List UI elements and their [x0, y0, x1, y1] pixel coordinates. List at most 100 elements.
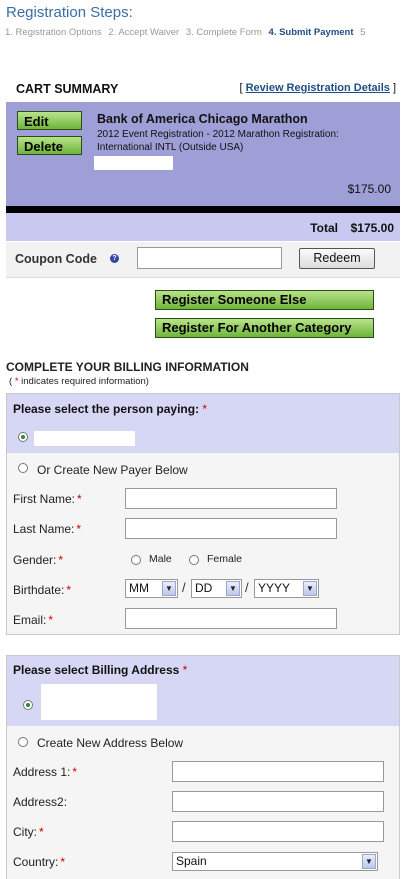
delete-button[interactable]: Delete	[17, 136, 82, 155]
gender-label-text: Gender:	[13, 553, 57, 567]
address-section-title: Please select Billing Address *	[13, 663, 187, 677]
coupon-row: Coupon Code ? Redeem	[6, 242, 400, 278]
birth-day-value: DD	[195, 581, 213, 595]
gender-male-radio[interactable]	[131, 555, 141, 565]
address2-input[interactable]	[172, 791, 384, 812]
item-price: $175.00	[347, 182, 391, 196]
city-label-text: City:	[13, 825, 37, 839]
gender-star: *	[58, 553, 64, 567]
coupon-label: Coupon Code	[15, 252, 97, 266]
existing-address-box	[41, 684, 157, 720]
city-label: City: *	[13, 825, 44, 839]
payer-required-star: *	[202, 402, 208, 416]
address2-label: Address2:	[13, 795, 68, 809]
edit-button[interactable]: Edit	[17, 111, 82, 130]
birth-month-value: MM	[129, 581, 149, 595]
birthdate-star: *	[66, 583, 72, 597]
total-value: $175.00	[350, 221, 394, 235]
email-label-text: Email:	[13, 613, 47, 627]
address1-label: Address 1: *	[13, 765, 77, 779]
address-section-header: Please select Billing Address *	[7, 656, 399, 726]
last-name-label-text: Last Name:	[13, 522, 75, 536]
cart-item: Edit Delete Bank of America Chicago Mara…	[6, 102, 400, 206]
redeem-button[interactable]: Redeem	[299, 248, 375, 269]
country-value: Spain	[176, 854, 207, 868]
new-payer-label: Or Create New Payer Below	[37, 463, 188, 477]
required-note: ( * indicates required information)	[9, 376, 149, 387]
review-bracket-open: [	[239, 82, 243, 94]
existing-payer-radio[interactable]	[18, 432, 28, 442]
step-2: 2. Accept Waiver	[108, 27, 180, 38]
birthdate-label-text: Birthdate:	[13, 583, 65, 597]
country-select[interactable]: Spain ▼	[172, 852, 378, 871]
city-input[interactable]	[172, 821, 384, 842]
chevron-down-icon: ▼	[226, 581, 240, 596]
gender-label: Gender: *	[13, 553, 63, 567]
first-name-label: First Name: *	[13, 492, 82, 506]
coupon-input[interactable]	[137, 247, 282, 269]
chevron-down-icon: ▼	[303, 581, 317, 596]
billing-title: COMPLETE YOUR BILLING INFORMATION	[6, 360, 249, 374]
new-payer-radio[interactable]	[18, 463, 28, 473]
birth-year-select[interactable]: YYYY ▼	[254, 579, 319, 598]
last-name-input[interactable]	[125, 518, 337, 539]
gender-female-radio[interactable]	[189, 555, 199, 565]
redacted-field	[94, 156, 173, 170]
register-someone-else-button[interactable]: Register Someone Else	[155, 290, 374, 310]
step-5: 5	[360, 27, 366, 38]
birth-day-select[interactable]: DD ▼	[191, 579, 242, 598]
total-row: Total $175.00	[6, 213, 400, 241]
birth-month-select[interactable]: MM ▼	[125, 579, 178, 598]
required-note-text: indicates required information)	[18, 376, 149, 387]
step-3: 3. Complete Form	[185, 27, 262, 38]
review-details: [ Review Registration Details ]	[239, 82, 396, 94]
birthdate-label: Birthdate: *	[13, 583, 71, 597]
review-bracket-close: ]	[392, 82, 396, 94]
steps-breadcrumb: 1. Registration Options 2. Accept Waiver…	[5, 27, 369, 38]
country-star: *	[60, 855, 66, 869]
chevron-down-icon: ▼	[362, 854, 376, 869]
total-label: Total	[310, 221, 338, 235]
new-address-label: Create New Address Below	[37, 736, 184, 750]
country-label-text: Country:	[13, 855, 59, 869]
address1-input[interactable]	[172, 761, 384, 782]
first-name-input[interactable]	[125, 488, 337, 509]
gender-male-label: Male	[149, 553, 172, 565]
date-separator: /	[182, 580, 186, 595]
date-separator: /	[245, 580, 249, 595]
email-label: Email: *	[13, 613, 53, 627]
existing-payer-name	[34, 431, 135, 446]
email-star: *	[48, 613, 54, 627]
item-name: Bank of America Chicago Marathon	[97, 112, 308, 126]
country-label: Country: *	[13, 855, 65, 869]
first-name-star: *	[77, 492, 82, 506]
gender-female-label: Female	[207, 553, 243, 565]
chevron-down-icon: ▼	[162, 581, 176, 596]
last-name-label: Last Name: *	[13, 522, 81, 536]
payer-section: Please select the person paying: * Or Cr…	[6, 393, 400, 635]
step-4-current: 4. Submit Payment	[268, 27, 354, 38]
divider-bar	[6, 206, 400, 213]
payer-title-text: Please select the person paying:	[13, 402, 200, 416]
last-name-star: *	[76, 522, 82, 536]
new-address-radio[interactable]	[18, 737, 28, 747]
payer-section-title: Please select the person paying: *	[13, 402, 207, 416]
steps-title: Registration Steps:	[6, 4, 133, 21]
payer-section-header: Please select the person paying: *	[7, 394, 399, 453]
cart-header: CART SUMMARY [ Review Registration Detai…	[6, 79, 400, 101]
email-input[interactable]	[125, 608, 337, 629]
help-icon[interactable]: ?	[110, 254, 119, 263]
birth-year-value: YYYY	[258, 581, 291, 595]
city-star: *	[39, 825, 44, 839]
first-name-label-text: First Name:	[13, 492, 76, 506]
existing-address-radio[interactable]	[23, 700, 33, 710]
step-1: 1. Registration Options	[5, 27, 102, 38]
item-description: 2012 Event Registration - 2012 Marathon …	[97, 129, 339, 153]
address-required-star: *	[182, 663, 188, 677]
review-registration-link[interactable]: Review Registration Details	[246, 82, 390, 94]
register-another-category-button[interactable]: Register For Another Category	[155, 318, 374, 338]
address-title-text: Please select Billing Address	[13, 663, 180, 677]
address1-star: *	[72, 765, 78, 779]
billing-address-section: Please select Billing Address * Create N…	[6, 655, 400, 879]
address1-label-text: Address 1:	[13, 765, 71, 779]
